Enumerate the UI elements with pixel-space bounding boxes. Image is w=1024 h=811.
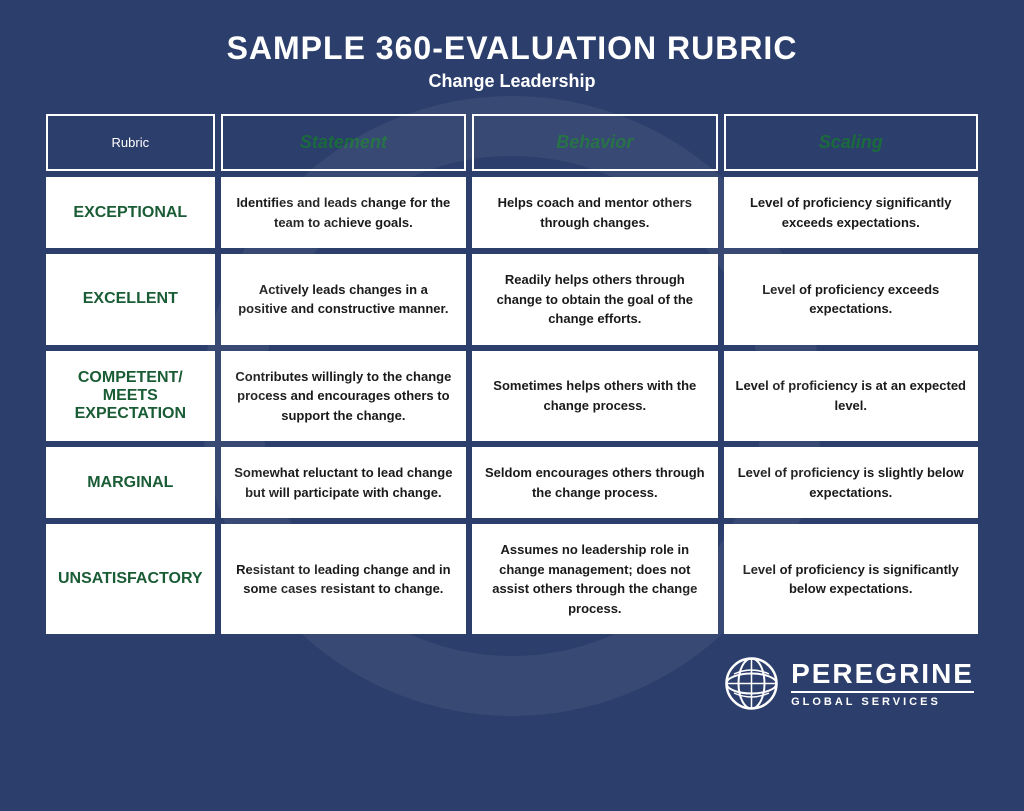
page-wrapper: SAMPLE 360-EVALUATION RUBRIC Change Lead… [10, 10, 1014, 801]
level-cell: EXCELLENT [46, 254, 215, 345]
header-scaling: Scaling [724, 114, 978, 171]
statement-cell: Somewhat reluctant to lead change but wi… [221, 447, 466, 518]
logo-text: PEREGRINE GLOBAL SERVICES [791, 660, 974, 708]
page-title: SAMPLE 360-EVALUATION RUBRIC [227, 30, 798, 67]
globe-icon [724, 656, 779, 711]
header-behavior: Behavior [472, 114, 717, 171]
table-row: EXCEPTIONALIdentifies and leads change f… [46, 177, 978, 248]
scaling-cell: Level of proficiency exceeds expectation… [724, 254, 978, 345]
table-row: UNSATISFACTORYResistant to leading chang… [46, 524, 978, 634]
footer: PEREGRINE GLOBAL SERVICES [40, 656, 984, 711]
level-cell: COMPETENT/ MEETS EXPECTATION [46, 351, 215, 442]
header-rubric: Rubric [46, 114, 215, 171]
behavior-cell: Sometimes helps others with the change p… [472, 351, 717, 442]
table-row: EXCELLENTActively leads changes in a pos… [46, 254, 978, 345]
behavior-cell: Assumes no leadership role in change man… [472, 524, 717, 634]
header-statement: Statement [221, 114, 466, 171]
table-row: COMPETENT/ MEETS EXPECTATIONContributes … [46, 351, 978, 442]
statement-cell: Actively leads changes in a positive and… [221, 254, 466, 345]
logo-area: PEREGRINE GLOBAL SERVICES [724, 656, 974, 711]
scaling-cell: Level of proficiency is slightly below e… [724, 447, 978, 518]
behavior-cell: Helps coach and mentor others through ch… [472, 177, 717, 248]
statement-cell: Resistant to leading change and in some … [221, 524, 466, 634]
logo-sub-text: GLOBAL SERVICES [791, 696, 941, 708]
behavior-cell: Seldom encourages others through the cha… [472, 447, 717, 518]
logo-divider [791, 691, 974, 693]
level-cell: MARGINAL [46, 447, 215, 518]
level-cell: UNSATISFACTORY [46, 524, 215, 634]
scaling-cell: Level of proficiency is at an expected l… [724, 351, 978, 442]
table-header-row: Rubric Statement Behavior Scaling [46, 114, 978, 171]
rubric-table: Rubric Statement Behavior Scaling EXCEPT… [40, 108, 984, 640]
level-cell: EXCEPTIONAL [46, 177, 215, 248]
behavior-cell: Readily helps others through change to o… [472, 254, 717, 345]
page-subtitle: Change Leadership [428, 71, 595, 92]
statement-cell: Identifies and leads change for the team… [221, 177, 466, 248]
logo-main-text: PEREGRINE [791, 660, 974, 688]
scaling-cell: Level of proficiency is significantly be… [724, 524, 978, 634]
statement-cell: Contributes willingly to the change proc… [221, 351, 466, 442]
table-row: MARGINALSomewhat reluctant to lead chang… [46, 447, 978, 518]
scaling-cell: Level of proficiency significantly excee… [724, 177, 978, 248]
